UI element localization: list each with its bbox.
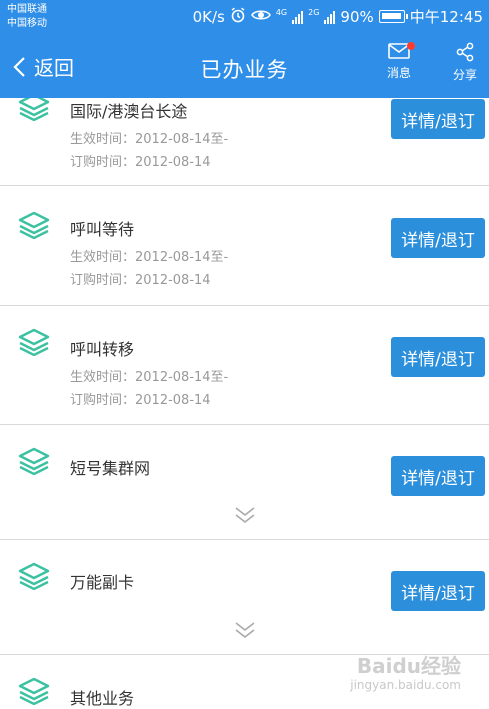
share-button[interactable]: 分享: [445, 42, 485, 83]
service-dates: 生效时间：2012-08-14至- 订购时间：2012-08-14: [70, 128, 228, 174]
service-name: 呼叫等待: [70, 220, 135, 239]
nav-bar: 返回 已办业务 消息 分享: [0, 34, 489, 98]
battery-percent: 90%: [340, 7, 374, 26]
effective-date: 生效时间：2012-08-14至-: [70, 132, 229, 147]
list-item: 万能副卡 详情/退订: [0, 540, 489, 655]
details-unsubscribe-button[interactable]: 详情/退订: [391, 218, 485, 258]
carrier-2: 中国移动: [7, 18, 47, 29]
share-label: 分享: [452, 68, 477, 82]
layers-icon: [18, 562, 50, 590]
order-date: 订购时间：2012-08-14: [70, 155, 211, 170]
eye-icon: [250, 8, 271, 26]
network-type-1: 4G: [275, 8, 288, 17]
watermark: Baidu经验 jingyan.baidu.com: [350, 656, 461, 693]
service-name: 国际/港澳台长途: [70, 102, 188, 121]
service-name: 其他业务: [70, 689, 135, 708]
details-unsubscribe-button[interactable]: 详情/退订: [391, 571, 485, 611]
details-unsubscribe-button[interactable]: 详情/退订: [391, 337, 485, 377]
effective-date: 生效时间：2012-08-14至-: [70, 250, 229, 265]
details-unsubscribe-button[interactable]: 详情/退订: [391, 456, 485, 496]
alarm-icon: [230, 7, 246, 27]
carrier-1: 中国联通: [7, 4, 47, 15]
status-indicators: 0K/s 4G 2G 90% 中午12:45: [193, 6, 483, 27]
service-dates: 生效时间：2012-08-14至- 订购时间：2012-08-14: [70, 246, 228, 292]
list-item: 呼叫等待 生效时间：2012-08-14至- 订购时间：2012-08-14 详…: [0, 186, 489, 306]
effective-date: 生效时间：2012-08-14至-: [70, 370, 229, 385]
layers-icon: [18, 677, 50, 705]
network-speed: 0K/s: [192, 7, 225, 26]
signal-icon-2: [324, 10, 336, 24]
share-icon: [456, 42, 474, 62]
header: 中国联通 中国移动 0K/s 4G 2G 90% 中午12:45 返回 已办业务…: [0, 0, 489, 98]
list-item: 短号集群网 详情/退订: [0, 425, 489, 540]
app-screen: 中国联通 中国移动 0K/s 4G 2G 90% 中午12:45 返回 已办业务…: [0, 0, 489, 709]
battery-icon: [378, 10, 408, 23]
details-unsubscribe-button[interactable]: 详情/退订: [391, 99, 485, 139]
expand-chevron-icon[interactable]: [233, 620, 257, 640]
signal-icon: [292, 10, 304, 24]
status-bar: 中国联通 中国移动 0K/s 4G 2G 90% 中午12:45: [0, 0, 489, 34]
service-name: 万能副卡: [70, 573, 135, 592]
unread-badge: [407, 42, 415, 50]
watermark-url: jingyan.baidu.com: [350, 678, 461, 692]
layers-icon: [18, 328, 50, 356]
service-name: 短号集群网: [70, 459, 151, 478]
expand-chevron-icon[interactable]: [233, 505, 257, 525]
watermark-brand: Baidu经验: [356, 654, 461, 678]
service-name: 呼叫转移: [70, 340, 135, 359]
layers-icon: [18, 211, 50, 239]
service-dates: 生效时间：2012-08-14至- 订购时间：2012-08-14: [70, 366, 228, 412]
layers-icon: [18, 447, 50, 475]
carrier-labels: 中国联通 中国移动: [7, 3, 47, 31]
order-date: 订购时间：2012-08-14: [70, 273, 211, 288]
network-type-2: 2G: [308, 8, 320, 17]
messages-label: 消息: [386, 66, 411, 80]
list-item: 呼叫转移 生效时间：2012-08-14至- 订购时间：2012-08-14 详…: [0, 306, 489, 425]
clock: 中午12:45: [409, 8, 483, 26]
messages-button[interactable]: 消息: [379, 42, 419, 81]
order-date: 订购时间：2012-08-14: [70, 393, 211, 408]
